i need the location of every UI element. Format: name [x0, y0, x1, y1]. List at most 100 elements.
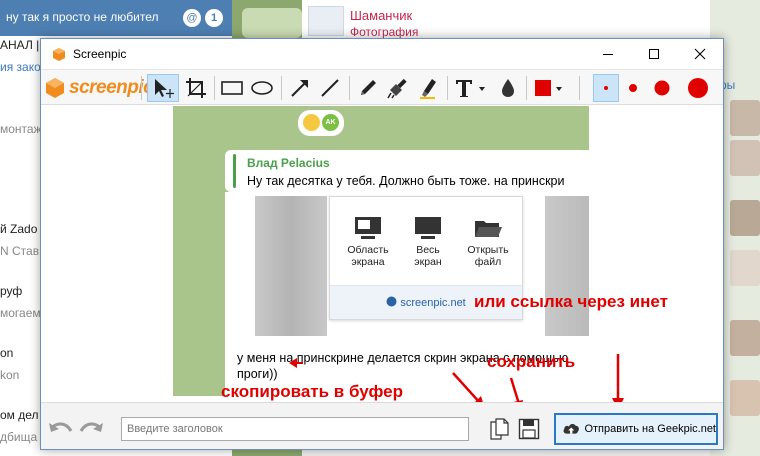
logo-icon — [46, 78, 64, 98]
marker-icon — [420, 79, 436, 99]
crop-tool[interactable] — [181, 74, 211, 102]
close-icon — [694, 48, 706, 60]
emoji-icon — [303, 114, 320, 131]
line-icon — [321, 79, 339, 97]
reaction-bubble: AK — [298, 110, 344, 136]
blurred-area — [255, 196, 327, 336]
option-label: Весь — [416, 244, 440, 256]
chat-list-item[interactable]: АНАЛ | — [0, 38, 39, 52]
chat-list-item[interactable]: ия зако — [0, 60, 41, 74]
ellipse-tool[interactable] — [247, 74, 277, 102]
chat-list-item[interactable]: й Zado — [0, 222, 37, 236]
dot-l-icon — [688, 78, 708, 98]
maximize-icon — [649, 49, 659, 59]
photo-thumb[interactable] — [730, 140, 760, 176]
option-label: файл — [474, 256, 502, 268]
annotation-copy-text: скопировать в буфер — [221, 382, 403, 401]
floppy-disk-icon — [518, 418, 540, 440]
maximize-button[interactable] — [631, 39, 677, 69]
window-title: Screenpic — [73, 47, 127, 61]
dot-xs-icon — [604, 86, 608, 90]
annotation-link-text: или ссылка через инет — [474, 292, 668, 311]
rectangle-tool[interactable] — [217, 74, 247, 102]
option-label: экран — [414, 256, 442, 268]
message-author: Влад Pelacius — [247, 156, 330, 170]
link-title: Шаманчик — [350, 8, 413, 23]
editor-canvas[interactable]: AK Влад Pelacius Ну так десятка у тебя. … — [41, 106, 723, 402]
copy-icon — [490, 418, 509, 440]
color-picker[interactable] — [531, 74, 567, 102]
copy-to-clipboard-button[interactable] — [485, 415, 513, 443]
message-image: Область экрана Весь экран Открыть файл s… — [225, 192, 589, 342]
region-capture-option: Область экрана — [340, 215, 396, 268]
minimize-icon — [603, 54, 613, 55]
option-label: экрана — [351, 256, 385, 268]
folder-icon — [475, 221, 502, 237]
monitor-icon — [415, 217, 441, 239]
shared-link-card[interactable]: Шаманчик Фотография — [302, 0, 710, 40]
mention-badge[interactable]: @ — [183, 9, 201, 27]
crop-icon — [186, 78, 206, 98]
chat-list-item[interactable]: могаем — [0, 306, 41, 320]
chat-list-item[interactable]: дбища — [0, 430, 37, 444]
photo-thumb[interactable] — [730, 250, 760, 286]
chat-list-item[interactable]: монтаж — [0, 122, 42, 136]
arrow-icon — [291, 80, 308, 97]
dot-m-icon — [654, 80, 670, 96]
brush-tool[interactable] — [383, 74, 413, 102]
chat-list-item[interactable]: руф — [0, 284, 22, 298]
size-xs-button[interactable] — [593, 74, 619, 102]
size-s-button[interactable] — [621, 74, 645, 102]
message-text: Ну так десятка у тебя. Должно быть тоже.… — [247, 174, 565, 188]
arrow-cursor-icon — [155, 79, 174, 98]
rectangle-icon — [221, 81, 243, 95]
marker-tool[interactable] — [413, 74, 443, 102]
line-tool[interactable] — [315, 74, 345, 102]
window-titlebar[interactable]: Screenpic — [41, 39, 723, 69]
size-m-button[interactable] — [649, 74, 675, 102]
editor-toolbar: screenpic — [41, 69, 723, 105]
chat-list-item[interactable]: N Став — [0, 244, 39, 258]
brush-icon — [387, 78, 407, 99]
chat-list-item[interactable]: kon — [0, 368, 19, 382]
photo-thumb[interactable] — [730, 320, 760, 356]
pencil-icon — [361, 80, 376, 95]
open-file-option: Открыть файл — [460, 215, 516, 268]
cloud-upload-icon — [563, 423, 579, 434]
chat-list-item[interactable]: on — [0, 346, 13, 360]
minimize-button[interactable] — [585, 39, 631, 69]
size-l-button[interactable] — [683, 74, 713, 102]
close-button[interactable] — [677, 39, 723, 69]
save-button[interactable] — [515, 415, 543, 443]
chat-list-item[interactable]: ом дел — [0, 408, 39, 422]
arrow-tool[interactable] — [285, 74, 315, 102]
upload-to-geekpic-button[interactable]: Отправить на Geekpic.net — [554, 413, 718, 445]
photo-thumb[interactable] — [730, 380, 760, 416]
screenpic-window: Screenpic screenpic AK Влад Pelacius Ну … — [40, 38, 724, 450]
globe-icon — [386, 296, 397, 307]
photo-thumb[interactable] — [730, 100, 760, 136]
chat-preview-text: ну так я просто не любител — [6, 10, 159, 24]
drop-icon — [502, 79, 514, 97]
undo-button[interactable] — [47, 415, 75, 443]
annotation-save-text: сохранить — [487, 352, 576, 371]
option-label: Открыть — [467, 244, 509, 256]
text-tool[interactable] — [451, 74, 491, 102]
screenpic-app-icon — [53, 48, 65, 61]
blur-tool[interactable] — [493, 74, 523, 102]
site-link: screenpic.net — [400, 297, 466, 309]
photo-thumb[interactable] — [730, 200, 760, 236]
screenpic-logo: screenpic — [45, 75, 154, 101]
title-input[interactable] — [121, 417, 469, 441]
bottom-bar: Отправить на Geekpic.net — [41, 402, 723, 449]
dot-s-icon — [629, 84, 637, 92]
pencil-tool[interactable] — [353, 74, 383, 102]
redo-button[interactable] — [77, 415, 105, 443]
blurred-area — [545, 196, 589, 336]
link-thumbnail — [308, 6, 344, 36]
chat-list-header: ну так я просто не любител @ 1 — [0, 0, 232, 36]
unread-count-badge[interactable]: 1 — [205, 9, 223, 27]
undo-icon — [49, 422, 73, 432]
avatar: AK — [322, 114, 339, 131]
select-tool[interactable] — [147, 74, 179, 102]
